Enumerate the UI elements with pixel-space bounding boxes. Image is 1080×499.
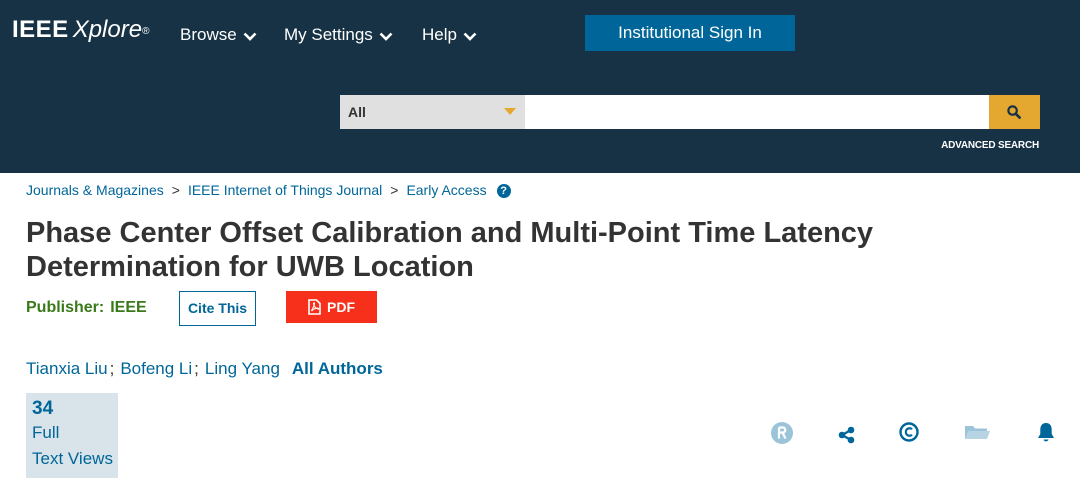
pdf-button-label: PDF: [327, 299, 355, 315]
author-link[interactable]: Bofeng Li: [120, 359, 192, 378]
breadcrumb: Journals & Magazines > IEEE Internet of Th…: [26, 181, 511, 199]
full-text-views-metric[interactable]: 34 Full Text Views: [26, 393, 118, 478]
logo-text-ieee: IEEE: [12, 16, 69, 43]
views-label-line1: Full: [32, 423, 60, 442]
chevron-down-icon: [243, 25, 257, 47]
copyright-button[interactable]: [896, 420, 922, 446]
ieee-xplore-logo[interactable]: IEEE Xplore®: [12, 16, 149, 44]
publisher-label: Publisher:: [26, 299, 105, 316]
cite-this-button[interactable]: Cite This: [179, 291, 256, 326]
bell-icon: [1038, 423, 1054, 442]
search-button[interactable]: [989, 95, 1040, 129]
alerts-button[interactable]: [1033, 420, 1059, 446]
search-icon: [1007, 105, 1021, 119]
breadcrumb-iot-journal[interactable]: IEEE Internet of Things Journal: [188, 182, 382, 198]
publisher: Publisher: IEEE: [26, 299, 147, 317]
save-to-folder-button[interactable]: [963, 420, 990, 446]
rights-permissions-icon: [771, 422, 793, 444]
copyright-icon: [899, 422, 919, 442]
help-icon[interactable]: ?: [496, 184, 511, 198]
share-icon: [838, 426, 855, 444]
views-count: 34: [32, 398, 54, 419]
breadcrumb-separator: >: [390, 182, 399, 198]
all-authors-link[interactable]: All Authors: [292, 359, 383, 378]
nav-help-label: Help: [422, 25, 457, 44]
pdf-button[interactable]: PDF: [286, 291, 377, 323]
breadcrumb-early-access[interactable]: Early Access: [406, 182, 486, 198]
pdf-file-icon: [308, 299, 321, 315]
author-separator: ;: [194, 359, 199, 378]
nav-my-settings-label: My Settings: [284, 25, 373, 44]
institutional-sign-in-button[interactable]: Institutional Sign In: [585, 15, 795, 51]
search-input[interactable]: [525, 95, 989, 129]
logo-text-xplore: Xplore: [72, 16, 143, 43]
chevron-down-icon: [379, 25, 393, 47]
logo-registered-mark: ®: [142, 26, 150, 37]
breadcrumb-journals-magazines[interactable]: Journals & Magazines: [26, 182, 164, 198]
nav-help[interactable]: Help: [422, 24, 477, 46]
author-link[interactable]: Ling Yang: [205, 359, 280, 378]
share-button[interactable]: [834, 420, 860, 446]
views-label-line2: Text Views: [32, 449, 113, 468]
author-list: Tianxia Liu; Bofeng Li; Ling Yang All Autho…: [26, 358, 383, 380]
site-header: IEEE Xplore® Browse My Settings Help Inst…: [0, 0, 1080, 173]
nav-browse-label: Browse: [180, 25, 237, 44]
author-link[interactable]: Tianxia Liu: [26, 359, 108, 378]
article-title: Phase Center Offset Calibration and Mult…: [26, 217, 874, 283]
author-separator: ;: [109, 359, 115, 378]
caret-down-icon: [504, 108, 516, 115]
search-scope-value: All: [348, 104, 366, 120]
nav-my-settings[interactable]: My Settings: [284, 24, 393, 46]
publisher-value: IEEE: [110, 299, 147, 316]
advanced-search-link[interactable]: ADVANCED SEARCH: [941, 140, 1039, 151]
chevron-down-icon: [463, 25, 477, 47]
folder-icon: [965, 426, 990, 439]
search-scope-select[interactable]: All: [340, 95, 525, 129]
rights-permissions-button[interactable]: [769, 420, 795, 446]
breadcrumb-separator: >: [171, 182, 180, 198]
nav-browse[interactable]: Browse: [180, 24, 257, 46]
